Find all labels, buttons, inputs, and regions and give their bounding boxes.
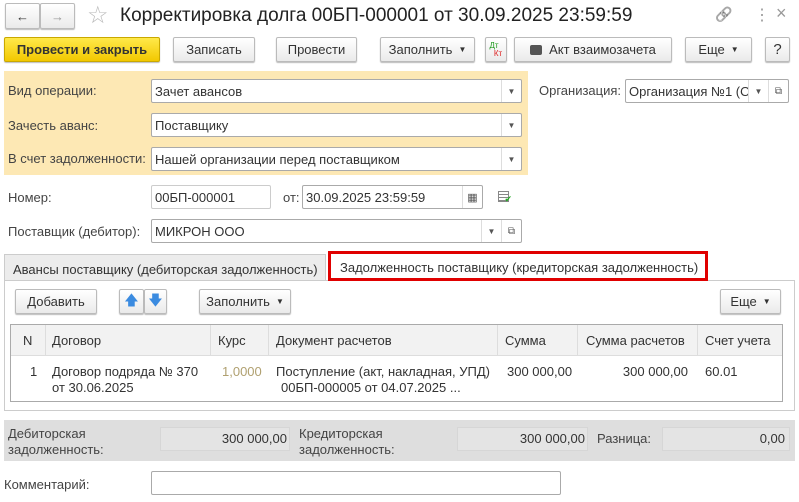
cell-document-number: 00БП-000005 от 04.07.2025 ... bbox=[281, 380, 461, 395]
col-contract[interactable]: Договор bbox=[52, 333, 101, 348]
diff-value: 0,00 bbox=[662, 427, 790, 451]
diff-label: Разница: bbox=[597, 431, 652, 446]
debt-label: В счет задолженности: bbox=[8, 151, 146, 166]
debts-table: N Договор Курс Документ расчетов Сумма С… bbox=[10, 324, 783, 402]
debit-label: Дебиторская задолженность: bbox=[8, 426, 104, 457]
col-account[interactable]: Счет учета bbox=[705, 333, 771, 348]
cell-document: Поступление (акт, накладная, УПД) bbox=[276, 364, 490, 379]
operation-select[interactable]: Зачет авансов ▼ bbox=[151, 79, 522, 103]
back-icon: ← bbox=[16, 8, 29, 24]
back-button[interactable]: ← bbox=[5, 3, 40, 29]
cell-sum: 300 000,00 bbox=[507, 364, 573, 379]
table-row[interactable]: 1 Договор подряда № 370 от 30.06.2025 1,… bbox=[11, 356, 782, 401]
col-n[interactable]: N bbox=[23, 333, 32, 348]
arrow-up-icon: 🡅 bbox=[124, 291, 139, 308]
forward-icon: → bbox=[51, 8, 64, 24]
org-value: Организация №1 (ОО bbox=[629, 83, 749, 99]
chevron-down-icon: ▼ bbox=[762, 297, 771, 306]
number-label: Номер: bbox=[8, 190, 52, 205]
cell-sum-calc: 300 000,00 bbox=[622, 364, 688, 379]
org-select[interactable]: Организация №1 (ОО ▼ ⧉ bbox=[625, 79, 789, 103]
dt-kt-button[interactable]: Дт Кт bbox=[485, 37, 507, 62]
calendar-icon[interactable]: ▦ bbox=[462, 186, 482, 208]
more-icon[interactable]: ⋮ bbox=[754, 5, 770, 25]
forward-button[interactable]: → bbox=[40, 3, 75, 29]
offset-label: Зачесть аванс: bbox=[8, 118, 99, 133]
number-input[interactable]: 00БП-000001 bbox=[151, 185, 271, 209]
fill-label: Заполнить bbox=[388, 42, 453, 57]
col-document[interactable]: Документ расчетов bbox=[276, 333, 392, 348]
date-value: 30.09.2025 23:59:59 bbox=[306, 189, 426, 205]
debt-value: Нашей организации перед поставщиком bbox=[155, 151, 400, 167]
chevron-down-icon[interactable]: ▼ bbox=[501, 114, 521, 136]
table-more-button[interactable]: Еще ▼ bbox=[720, 289, 781, 314]
chevron-down-icon[interactable]: ▼ bbox=[481, 220, 501, 242]
operation-label: Вид операции: bbox=[8, 83, 97, 98]
supplier-value: МИКРОН ООО bbox=[155, 223, 245, 239]
debt-select[interactable]: Нашей организации перед поставщиком ▼ bbox=[151, 147, 522, 171]
open-icon[interactable]: ⧉ bbox=[501, 220, 521, 242]
cell-n: 1 bbox=[30, 364, 38, 379]
help-button[interactable]: ? bbox=[765, 37, 790, 62]
cell-account: 60.01 bbox=[705, 364, 738, 379]
tab-advances[interactable]: Авансы поставщику (дебиторская задолженн… bbox=[4, 254, 326, 281]
printer-icon bbox=[530, 44, 543, 55]
chevron-down-icon: ▼ bbox=[730, 45, 739, 54]
comment-input[interactable] bbox=[151, 471, 561, 495]
org-label: Организация: bbox=[539, 83, 622, 98]
debit-value: 300 000,00 bbox=[160, 427, 290, 451]
offset-select[interactable]: Поставщику ▼ bbox=[151, 113, 522, 137]
chevron-down-icon: ▼ bbox=[458, 45, 467, 54]
more-label: Еще bbox=[698, 42, 725, 57]
fill-label: Заполнить bbox=[206, 294, 270, 309]
date-label: от: bbox=[283, 190, 300, 205]
favorite-star-icon[interactable]: ☆ bbox=[87, 1, 109, 30]
move-down-button[interactable]: 🡇 bbox=[144, 289, 167, 314]
save-button[interactable]: Записать bbox=[173, 37, 255, 62]
kt-icon: Кт bbox=[493, 48, 503, 58]
cell-contract: Договор подряда № 370 bbox=[52, 364, 199, 379]
act-label: Акт взаимозачета bbox=[549, 42, 656, 57]
chevron-down-icon[interactable]: ▼ bbox=[501, 80, 521, 102]
cell-contract-date: от 30.06.2025 bbox=[52, 380, 134, 395]
close-icon[interactable]: × bbox=[776, 3, 787, 24]
offset-act-button[interactable]: Акт взаимозачета bbox=[514, 37, 672, 62]
chevron-down-icon[interactable]: ▼ bbox=[501, 148, 521, 170]
move-up-button[interactable]: 🡅 bbox=[119, 289, 144, 314]
number-value: 00БП-000001 bbox=[155, 189, 236, 205]
chevron-down-icon: ▼ bbox=[275, 297, 284, 306]
cell-rate: 1,0000 bbox=[222, 364, 262, 379]
supplier-select[interactable]: МИКРОН ООО ▼ ⧉ bbox=[151, 219, 522, 243]
offset-value: Поставщику bbox=[155, 117, 229, 133]
fill-button[interactable]: Заполнить ▼ bbox=[380, 37, 475, 62]
open-icon[interactable]: ⧉ bbox=[768, 80, 788, 102]
operation-value: Зачет авансов bbox=[155, 83, 243, 99]
tab-debts[interactable]: Задолженность поставщику (кредиторская з… bbox=[328, 251, 708, 281]
table-fill-button[interactable]: Заполнить ▼ bbox=[199, 289, 291, 314]
credit-label: Кредиторская задолженность: bbox=[299, 426, 395, 457]
tab-label: Авансы поставщику (дебиторская задолженн… bbox=[13, 262, 318, 277]
col-sum-calc[interactable]: Сумма расчетов bbox=[586, 333, 685, 348]
tab-label: Задолженность поставщику (кредиторская з… bbox=[340, 260, 699, 275]
col-sum[interactable]: Сумма bbox=[505, 333, 546, 348]
post-and-close-button[interactable]: Провести и закрыть bbox=[4, 37, 160, 62]
posting-status-icon[interactable]: ✔ bbox=[498, 191, 512, 204]
col-rate[interactable]: Курс bbox=[218, 333, 246, 348]
post-button[interactable]: Провести bbox=[276, 37, 357, 62]
link-icon[interactable]: 🔗 bbox=[715, 6, 732, 23]
more-label: Еще bbox=[730, 294, 757, 309]
comment-label: Комментарий: bbox=[4, 477, 90, 492]
supplier-label: Поставщик (дебитор): bbox=[8, 224, 141, 239]
chevron-down-icon[interactable]: ▼ bbox=[748, 80, 768, 102]
credit-value: 300 000,00 bbox=[457, 427, 588, 451]
date-input[interactable]: 30.09.2025 23:59:59 ▦ bbox=[302, 185, 483, 209]
add-button[interactable]: Добавить bbox=[15, 289, 97, 314]
window-title: Корректировка долга 00БП-000001 от 30.09… bbox=[120, 5, 633, 26]
more-button[interactable]: Еще ▼ bbox=[685, 37, 752, 62]
arrow-down-icon: 🡇 bbox=[148, 291, 163, 308]
